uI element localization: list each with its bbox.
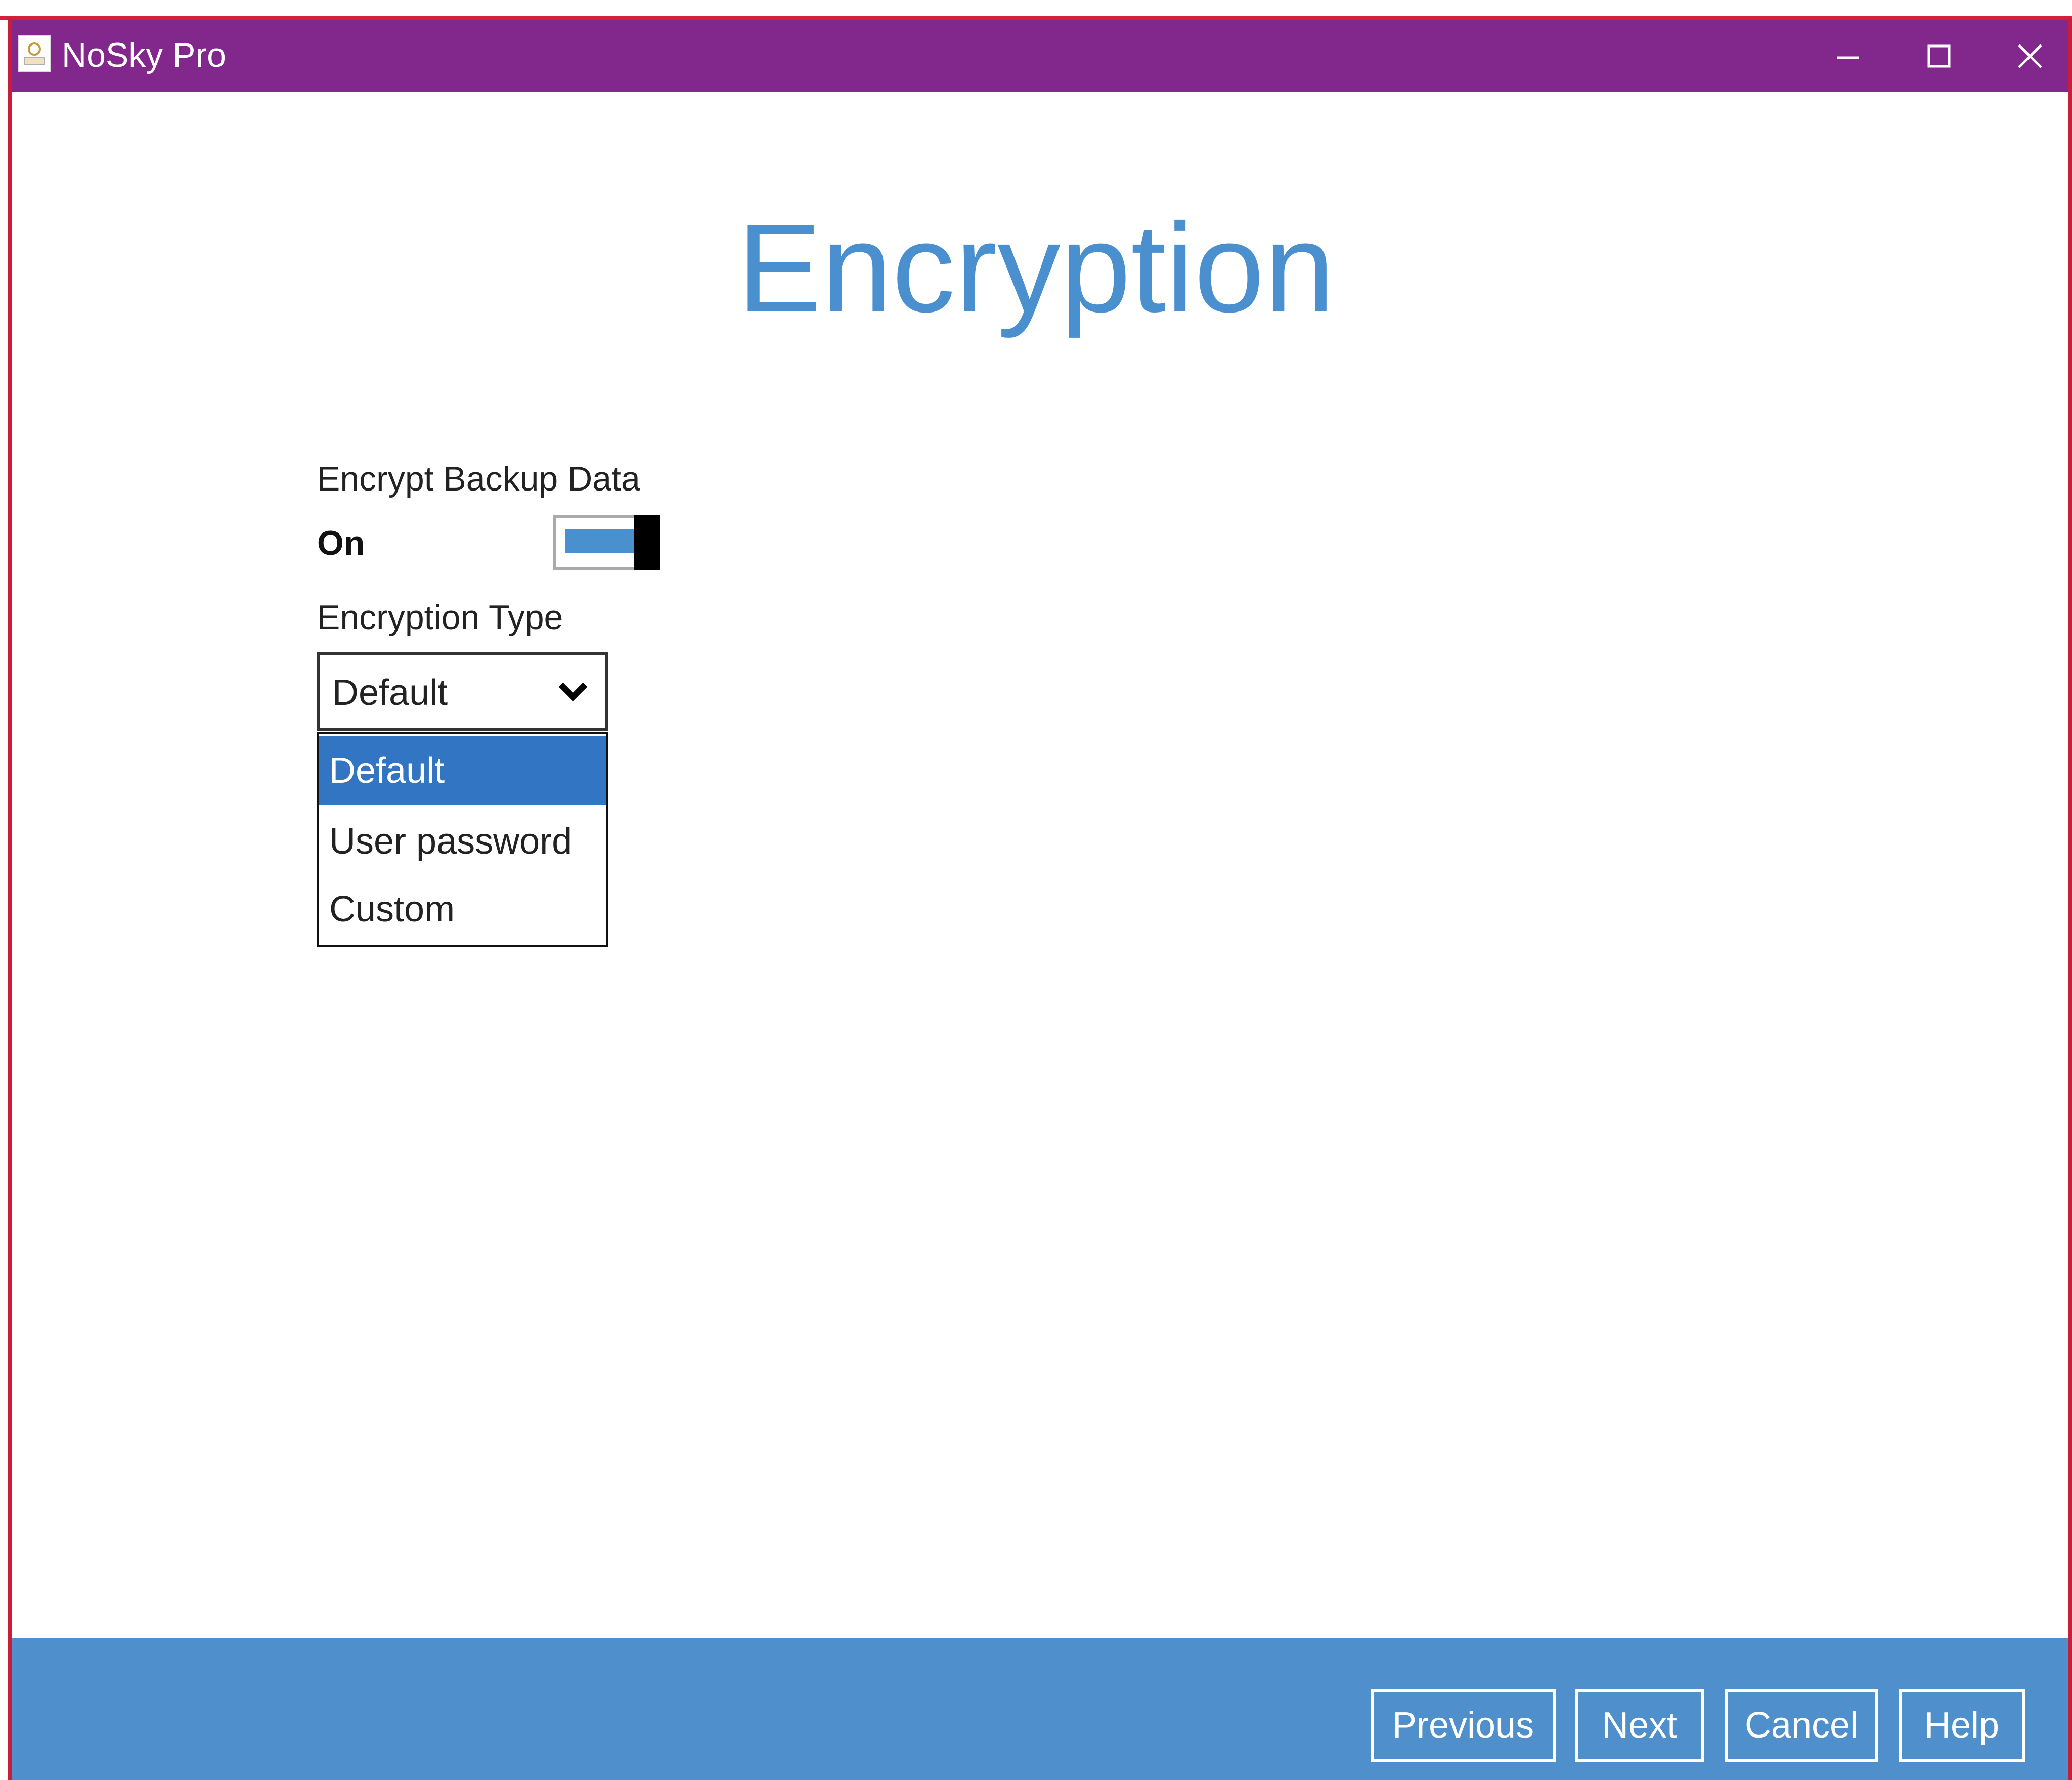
option-default[interactable]: Default: [319, 736, 606, 805]
maximize-button[interactable]: [1893, 20, 1985, 92]
window-frame-top: [0, 0, 2072, 20]
toggle-knob[interactable]: [634, 515, 660, 570]
encrypt-state-label: On: [317, 524, 365, 562]
toggle-track-fill: [565, 529, 636, 553]
encryption-type-dropdown: Default User password Custom: [317, 732, 608, 947]
encrypt-backup-label: Encrypt Backup Data: [317, 460, 640, 498]
option-custom[interactable]: Custom: [319, 875, 606, 944]
previous-button[interactable]: Previous: [1371, 1689, 1556, 1762]
chevron-down-icon: [558, 682, 588, 701]
option-user-password[interactable]: User password: [319, 807, 606, 876]
encryption-type-label: Encryption Type: [317, 598, 563, 637]
next-button[interactable]: Next: [1575, 1689, 1704, 1762]
title-bar[interactable]: NoSky Pro: [12, 20, 2068, 92]
close-button[interactable]: [1985, 20, 2072, 92]
minimize-icon: [1837, 56, 1859, 59]
cancel-button[interactable]: Cancel: [1725, 1689, 1878, 1762]
page-title: Encryption: [737, 197, 1335, 338]
app-logo-icon: [18, 35, 51, 72]
select-current-value: Default: [332, 673, 448, 713]
minimize-button[interactable]: [1802, 20, 1893, 92]
window-title: NoSky Pro: [62, 36, 226, 74]
encryption-type-select[interactable]: Default: [317, 652, 608, 731]
close-icon: [2018, 43, 2042, 68]
app-window: NoSky Pro Encryption Encrypt Backup Data…: [0, 0, 2072, 1780]
help-button[interactable]: Help: [1899, 1689, 2025, 1762]
footer-bar: Previous Next Cancel Help: [12, 1638, 2068, 1780]
maximize-icon: [1927, 45, 1951, 67]
